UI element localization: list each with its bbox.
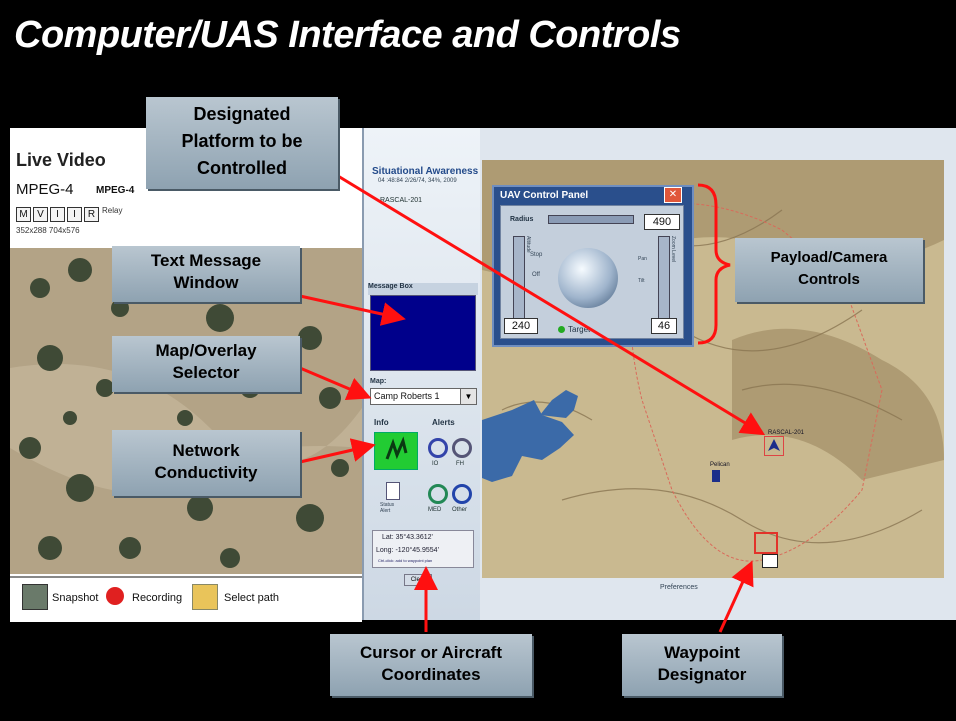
- callout-map-overlay-selector: Map/Overlay Selector: [112, 336, 300, 392]
- callout-waypoint-designator: Waypoint Designator: [622, 634, 782, 696]
- callout-waypoint-line2: Designator: [657, 665, 747, 684]
- callout-payload-line2: Controls: [798, 271, 860, 288]
- arrow-text-message: [299, 294, 406, 326]
- callout-designated-platform: Designated Platform to be Controlled: [146, 97, 338, 189]
- callout-text-line1: Text Message: [150, 251, 262, 270]
- callout-cursor-line2: Coordinates: [381, 665, 481, 684]
- callout-network-line2: Conductivity: [154, 463, 258, 482]
- callout-map-line1: Map/Overlay: [155, 341, 257, 360]
- callout-platform-line2: Platform to be: [181, 131, 303, 151]
- arrow-map-selector: [299, 366, 372, 401]
- payload-brace: [697, 183, 731, 345]
- callout-platform-line1: Designated: [193, 104, 291, 124]
- callout-platform-line3: Controlled: [197, 158, 287, 178]
- callout-map-line2: Selector: [172, 363, 240, 382]
- callout-network-conductivity: Network Conductivity: [112, 430, 300, 496]
- callout-payload-line1: Payload/Camera: [770, 249, 888, 266]
- callout-text-message-window: Text Message Window: [112, 246, 300, 302]
- callout-waypoint-line1: Waypoint: [664, 643, 740, 662]
- arrow-network: [299, 438, 376, 464]
- callout-cursor-line1: Cursor or Aircraft: [359, 643, 502, 662]
- callout-text-line2: Window: [173, 273, 239, 292]
- callout-cursor-coordinates: Cursor or Aircraft Coordinates: [330, 634, 532, 696]
- callout-network-line1: Network: [172, 441, 240, 460]
- callout-payload-camera-controls: Payload/Camera Controls: [735, 238, 923, 302]
- arrow-waypoint: [718, 560, 754, 633]
- arrow-platform-to-aircraft: [337, 174, 766, 436]
